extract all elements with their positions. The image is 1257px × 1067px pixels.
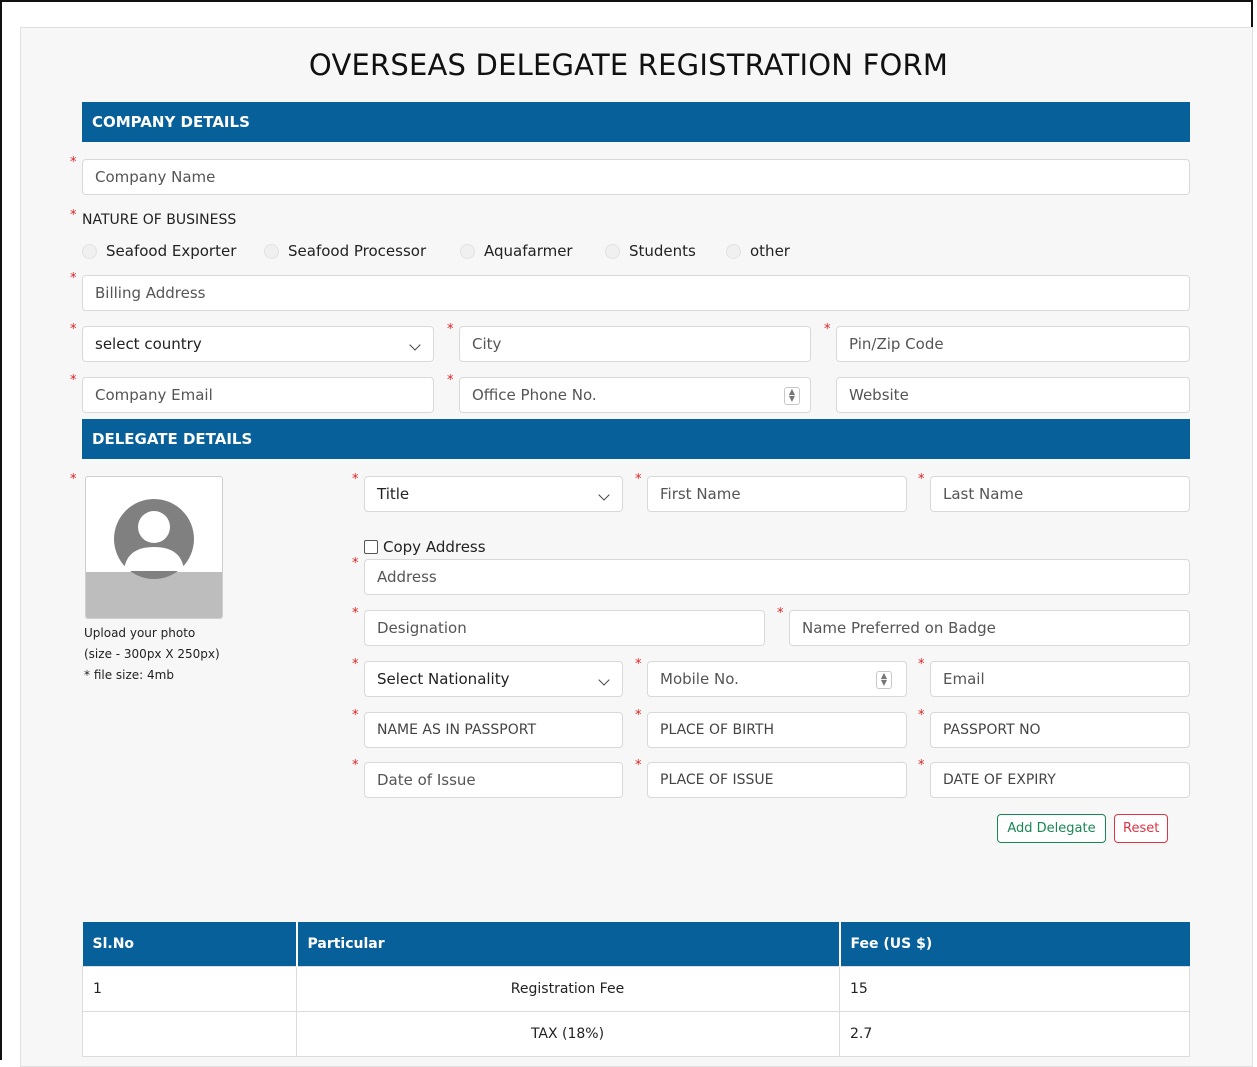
required-marker: * [635, 758, 642, 773]
spinner-icon[interactable]: ▲ ▼ [784, 387, 800, 405]
issue-place-input[interactable]: PLACE OF ISSUE [647, 762, 907, 798]
delegate-email-input[interactable]: Email [930, 661, 1190, 697]
table-row: 1 Registration Fee 15 [82, 966, 1190, 1012]
required-marker: * [777, 606, 784, 621]
birth-place-input[interactable]: PLACE OF BIRTH [647, 712, 907, 748]
radio-seafood-processor[interactable]: Seafood Processor [264, 242, 426, 260]
chevron-down-icon [598, 489, 610, 501]
office-phone-input[interactable]: Office Phone No. ▲ ▼ [459, 377, 811, 413]
radio-aquafarmer[interactable]: Aquafarmer [460, 242, 573, 260]
required-marker: * [447, 373, 454, 388]
required-marker: * [635, 472, 642, 487]
photo-upload-hint: Upload your photo (size - 300px X 250px)… [84, 626, 220, 682]
company-name-input[interactable]: Company Name [82, 159, 1190, 195]
mobile-input[interactable]: Mobile No. ▲ ▼ [647, 661, 907, 697]
delegate-details-header: DELEGATE DETAILS [82, 419, 1190, 459]
radio-circle-icon [264, 243, 279, 259]
radio-circle-icon [605, 243, 620, 259]
billing-address-input[interactable]: Billing Address [82, 275, 1190, 311]
radio-circle-icon [82, 243, 97, 259]
avatar-placeholder-icon [86, 499, 222, 618]
chevron-down-icon [598, 674, 610, 686]
required-marker: * [70, 271, 77, 286]
required-marker: * [918, 657, 925, 672]
required-marker: * [918, 708, 925, 723]
title-select[interactable]: Title [364, 476, 623, 512]
passport-no-input[interactable]: PASSPORT NO [930, 712, 1190, 748]
required-marker: * [918, 472, 925, 487]
required-marker: * [70, 322, 77, 337]
required-marker: * [70, 155, 77, 170]
last-name-input[interactable]: Last Name [930, 476, 1190, 512]
radio-students[interactable]: Students [605, 242, 696, 260]
expiry-date-input[interactable]: DATE OF EXPIRY [930, 762, 1190, 798]
required-marker: * [352, 472, 359, 487]
column-header: Fee (US $) [839, 922, 1190, 967]
column-header: Sl.No [82, 922, 298, 967]
nature-of-business-label: NATURE OF BUSINESS [82, 212, 237, 228]
required-marker: * [447, 322, 454, 337]
required-marker: * [70, 373, 77, 388]
website-input[interactable]: Website [836, 377, 1190, 413]
radio-circle-icon [726, 243, 741, 259]
required-marker: * [352, 758, 359, 773]
table-cell: 15 [839, 966, 1190, 1012]
badge-name-input[interactable]: Name Preferred on Badge [789, 610, 1190, 646]
required-marker: * [352, 606, 359, 621]
page-title: OVERSEAS DELEGATE REGISTRATION FORM [308, 48, 949, 82]
photo-upload-box[interactable] [85, 476, 223, 619]
nationality-select[interactable]: Select Nationality [364, 661, 623, 697]
issue-date-input[interactable]: Date of Issue [364, 762, 623, 798]
copy-address-checkbox[interactable]: Copy Address [364, 538, 486, 556]
required-marker: * [918, 758, 925, 773]
required-marker: * [70, 472, 77, 487]
fee-table: Sl.No Particular Fee (US $) 1 Registrati… [82, 922, 1190, 1057]
zip-code-input[interactable]: Pin/Zip Code [836, 326, 1190, 362]
radio-seafood-exporter[interactable]: Seafood Exporter [82, 242, 236, 260]
spinner-icon[interactable]: ▲ ▼ [876, 671, 892, 689]
fee-table-header: Sl.No Particular Fee (US $) [82, 922, 1190, 967]
radio-other[interactable]: other [726, 242, 790, 260]
table-cell: 1 [82, 966, 297, 1012]
required-marker: * [352, 657, 359, 672]
required-marker: * [70, 208, 77, 223]
company-details-header: COMPANY DETAILS [82, 102, 1190, 142]
radio-circle-icon [460, 243, 475, 259]
checkbox-icon[interactable] [364, 540, 378, 554]
required-marker: * [635, 708, 642, 723]
required-marker: * [352, 556, 359, 571]
table-cell: Registration Fee [296, 966, 840, 1012]
reset-button[interactable]: Reset [1114, 814, 1168, 843]
designation-input[interactable]: Designation [364, 610, 765, 646]
chevron-down-icon [409, 339, 421, 351]
country-select[interactable]: select country [82, 326, 434, 362]
company-email-input[interactable]: Company Email [82, 377, 434, 413]
column-header: Particular [296, 922, 841, 967]
required-marker: * [352, 708, 359, 723]
first-name-input[interactable]: First Name [647, 476, 907, 512]
required-marker: * [824, 322, 831, 337]
required-marker: * [635, 657, 642, 672]
address-input[interactable]: Address [364, 559, 1190, 595]
city-input[interactable]: City [459, 326, 811, 362]
add-delegate-button[interactable]: Add Delegate [997, 814, 1106, 843]
passport-name-input[interactable]: NAME AS IN PASSPORT [364, 712, 623, 748]
